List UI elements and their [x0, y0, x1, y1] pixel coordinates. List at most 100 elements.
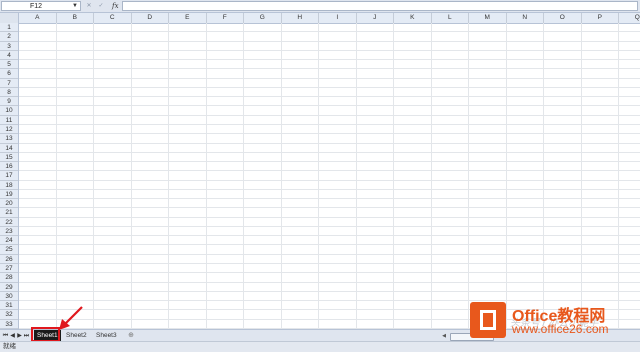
grid-line: [19, 263, 640, 265]
row-header[interactable]: 25: [0, 245, 18, 255]
row-header[interactable]: 29: [0, 283, 18, 292]
row-header[interactable]: 7: [0, 79, 18, 88]
row-header[interactable]: 3: [0, 42, 18, 51]
row-header[interactable]: 13: [0, 134, 18, 144]
chevron-down-icon[interactable]: ▼: [72, 2, 78, 11]
name-box[interactable]: F12 ▼: [1, 1, 81, 11]
grid-line: [19, 68, 640, 70]
insert-function-icon[interactable]: fx: [112, 1, 119, 11]
row-header[interactable]: 18: [0, 181, 18, 190]
row-header[interactable]: 8: [0, 88, 18, 98]
grid-line: [19, 253, 640, 255]
row-header[interactable]: 16: [0, 162, 18, 172]
grid-line: [19, 105, 640, 107]
cell-area[interactable]: [19, 23, 640, 329]
row-header[interactable]: 22: [0, 218, 18, 227]
grid-line: [19, 272, 640, 274]
grid-line: [19, 114, 640, 116]
row-header[interactable]: 23: [0, 227, 18, 237]
grid-line: [19, 170, 640, 172]
column-header[interactable]: M: [469, 13, 507, 23]
column-header[interactable]: Q: [619, 13, 640, 23]
grid-line: [19, 281, 640, 283]
row-header[interactable]: 1: [0, 23, 18, 33]
row-header[interactable]: 2: [0, 32, 18, 42]
name-box-value: F12: [30, 3, 43, 10]
column-header[interactable]: F: [207, 13, 244, 23]
status-bar: 就绪: [0, 341, 640, 352]
column-header[interactable]: N: [507, 13, 544, 23]
grid-line: [19, 161, 640, 163]
row-header[interactable]: 19: [0, 190, 18, 200]
grid-line: [19, 290, 640, 292]
grid-line: [19, 244, 640, 246]
row-header[interactable]: 30: [0, 292, 18, 302]
column-header[interactable]: D: [132, 13, 169, 23]
row-header[interactable]: 4: [0, 51, 18, 61]
grid-line: [19, 216, 640, 218]
row-header[interactable]: 17: [0, 171, 18, 181]
grid-line: [19, 300, 640, 302]
row-header[interactable]: 20: [0, 199, 18, 209]
row-header[interactable]: 5: [0, 60, 18, 70]
sheet-tab-3[interactable]: Sheet3: [93, 330, 120, 341]
row-header[interactable]: 32: [0, 310, 18, 320]
row-header[interactable]: 9: [0, 97, 18, 107]
grid-line: [19, 188, 640, 190]
row-header[interactable]: 28: [0, 273, 18, 283]
worksheet-grid[interactable]: ABCDEFGHIJKLMNOPQ 1 2 3 4 5 6 7 8 9 10 11 12 13 14 15 1…: [0, 13, 640, 329]
grid-line: [19, 49, 640, 51]
cancel-icon[interactable]: ✕: [84, 1, 94, 11]
grid-line: [19, 59, 640, 61]
grid-line: [19, 96, 640, 98]
column-header[interactable]: P: [582, 13, 619, 23]
row-header[interactable]: 11: [0, 116, 18, 125]
formula-bar: F12 ▼ ✕ ✓ fx: [0, 0, 640, 13]
grid-line: [19, 133, 640, 135]
row-header[interactable]: 33: [0, 320, 18, 329]
next-sheet-icon[interactable]: ▶: [16, 331, 23, 341]
formula-input[interactable]: [122, 1, 638, 11]
row-header[interactable]: 21: [0, 208, 18, 218]
column-header[interactable]: O: [544, 13, 582, 23]
grid-line: [19, 198, 640, 200]
grid-line: [19, 235, 640, 237]
column-header[interactable]: I: [319, 13, 357, 23]
column-header[interactable]: H: [282, 13, 319, 23]
row-header[interactable]: 12: [0, 125, 18, 135]
column-header[interactable]: K: [394, 13, 432, 23]
column-header[interactable]: A: [19, 13, 57, 23]
row-header[interactable]: 14: [0, 144, 18, 153]
select-all-corner[interactable]: [0, 13, 19, 23]
grid-line: [19, 142, 640, 144]
row-header-column: 1 2 3 4 5 6 7 8 9 10 11 12 13 14 15 16 17 18 19 20 21 22 23 24 2…: [0, 23, 19, 329]
column-header[interactable]: L: [432, 13, 469, 23]
grid-line: [19, 225, 640, 227]
row-header[interactable]: 27: [0, 264, 18, 274]
column-header[interactable]: C: [94, 13, 132, 23]
column-header[interactable]: B: [57, 13, 94, 23]
column-header[interactable]: J: [357, 13, 394, 23]
watermark: Office教程网 www.office26.com: [470, 302, 638, 338]
grid-line: [19, 151, 640, 153]
row-header[interactable]: 24: [0, 236, 18, 246]
grid-line: [19, 207, 640, 209]
grid-line: [19, 77, 640, 79]
row-header[interactable]: 10: [0, 106, 18, 116]
annotation-arrow: [59, 306, 83, 330]
prev-sheet-icon[interactable]: ◀: [9, 331, 16, 341]
row-header[interactable]: 15: [0, 153, 18, 163]
grid-line: [19, 40, 640, 42]
grid-line: [19, 179, 640, 181]
scroll-left-icon[interactable]: ◀: [440, 331, 448, 341]
insert-sheet-icon[interactable]: ⊕: [126, 331, 136, 341]
last-sheet-icon[interactable]: ⏭: [23, 331, 30, 341]
first-sheet-icon[interactable]: ⏮: [2, 331, 9, 341]
row-header[interactable]: 26: [0, 255, 18, 265]
row-header[interactable]: 6: [0, 69, 18, 79]
row-header[interactable]: 31: [0, 301, 18, 311]
column-header[interactable]: E: [169, 13, 207, 23]
column-header[interactable]: G: [244, 13, 282, 23]
enter-icon[interactable]: ✓: [96, 1, 106, 11]
grid-line: [19, 123, 640, 125]
